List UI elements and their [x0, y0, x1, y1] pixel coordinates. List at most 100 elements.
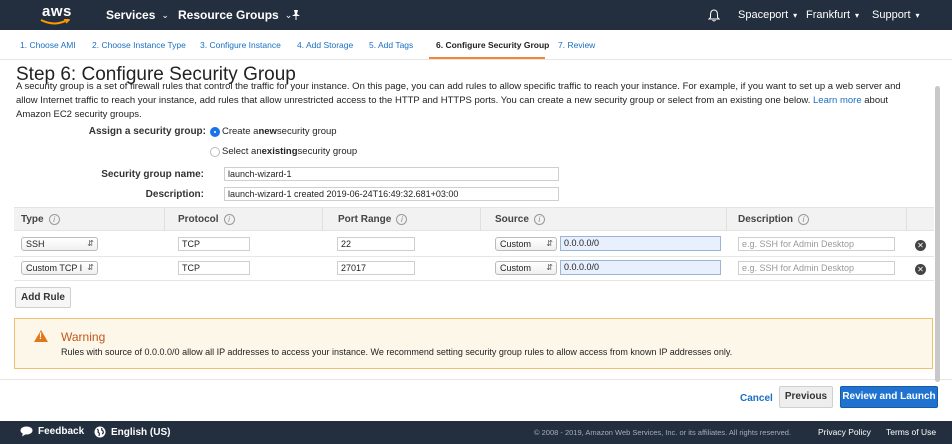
- warning-icon: [34, 330, 48, 342]
- remove-rule-icon[interactable]: ✕: [915, 264, 926, 275]
- region-menu-label: Frankfurt: [806, 9, 851, 21]
- resource-groups-menu-label: Resource Groups: [178, 8, 279, 22]
- rule-protocol-field: TCP: [178, 261, 250, 275]
- resource-groups-menu[interactable]: Resource Groups ⌄: [178, 0, 292, 30]
- tab-review[interactable]: 7. Review: [558, 40, 595, 50]
- rule-type-select[interactable]: Custom TCP I ⇵: [21, 261, 98, 275]
- feedback-button[interactable]: Feedback: [20, 426, 84, 437]
- info-icon[interactable]: i: [533, 214, 545, 225]
- tab-choose-ami[interactable]: 1. Choose AMI: [20, 40, 76, 50]
- rule-source-select[interactable]: Custom ⇵: [495, 261, 557, 275]
- rule-port-input[interactable]: 22: [337, 237, 415, 251]
- rule-description-input[interactable]: e.g. SSH for Admin Desktop: [738, 261, 895, 275]
- aws-logo[interactable]: aws: [40, 2, 74, 28]
- review-and-launch-button[interactable]: Review and Launch: [840, 386, 938, 408]
- column-divider: [726, 208, 727, 231]
- learn-more-link[interactable]: Learn more: [813, 95, 862, 106]
- chevron-down-icon: ▾: [915, 10, 920, 20]
- info-icon[interactable]: i: [396, 214, 408, 225]
- select-arrows-icon: ⇵: [87, 263, 94, 272]
- support-menu[interactable]: Support ▾: [872, 0, 920, 30]
- copyright-text: © 2008 - 2019, Amazon Web Services, Inc.…: [534, 428, 792, 437]
- row-divider: [14, 280, 934, 281]
- info-icon[interactable]: i: [798, 214, 810, 225]
- account-menu-label: Spaceport: [738, 9, 789, 21]
- services-menu-label: Services: [106, 8, 156, 22]
- footer-bar: Feedback English (US) © 2008 - 2019, Ama…: [0, 421, 952, 444]
- pin-icon[interactable]: [291, 0, 301, 30]
- rule-description-input[interactable]: e.g. SSH for Admin Desktop: [738, 237, 895, 251]
- vertical-scrollbar[interactable]: [935, 86, 940, 382]
- region-menu[interactable]: Frankfurt ▾: [806, 0, 859, 30]
- radio-select-existing-group[interactable]: Select an existing security group: [210, 146, 357, 157]
- header-description: Description i: [738, 214, 810, 225]
- select-arrows-icon: ⇵: [87, 239, 94, 248]
- header-type-label: Type: [21, 214, 44, 226]
- rule-port-input[interactable]: 27017: [337, 261, 415, 275]
- info-icon[interactable]: i: [223, 214, 235, 225]
- rule-source-value: Custom: [500, 263, 532, 273]
- notifications-button[interactable]: [708, 0, 720, 30]
- chevron-down-icon: ⌄: [161, 9, 169, 20]
- rule-protocol-field: TCP: [178, 237, 250, 251]
- services-menu[interactable]: Services ⌄: [106, 0, 169, 30]
- header-source-label: Source: [495, 214, 529, 226]
- tab-configure-instance[interactable]: 3. Configure Instance: [200, 40, 281, 50]
- radio-new-suffix: security group: [276, 126, 337, 137]
- header-port-range: Port Range i: [338, 214, 408, 226]
- description-label: Description:: [145, 189, 204, 200]
- aws-smile-icon: [40, 19, 70, 25]
- radio-unselected-icon[interactable]: [210, 146, 220, 157]
- column-divider: [480, 208, 481, 231]
- language-selector[interactable]: English (US): [94, 426, 170, 438]
- radio-existing-bold: existing: [261, 146, 298, 157]
- speech-bubble-icon: [20, 426, 33, 437]
- description-input[interactable]: launch-wizard-1 created 2019-06-24T16:49…: [224, 187, 559, 201]
- rule-source-value: Custom: [500, 239, 532, 249]
- select-arrows-icon: ⇵: [546, 263, 553, 272]
- security-group-name-input[interactable]: launch-wizard-1: [224, 167, 559, 181]
- rule-cidr-input[interactable]: 0.0.0.0/0: [560, 236, 721, 251]
- privacy-policy-link[interactable]: Privacy Policy: [818, 427, 871, 437]
- pushpin-icon: [292, 10, 300, 20]
- header-port-range-label: Port Range: [338, 214, 392, 226]
- tab-choose-instance-type[interactable]: 2. Choose Instance Type: [92, 40, 186, 50]
- intro-text: A security group is a set of firewall ru…: [16, 80, 916, 122]
- chevron-down-icon: ▾: [793, 10, 798, 20]
- rules-table-header: Type i Protocol i Port Range i Source i Desc…: [14, 207, 934, 231]
- remove-rule-icon[interactable]: ✕: [915, 240, 926, 251]
- previous-button[interactable]: Previous: [779, 386, 833, 408]
- action-bar-divider: [0, 379, 952, 380]
- add-rule-button[interactable]: Add Rule: [15, 287, 71, 308]
- terms-of-use-link[interactable]: Terms of Use: [886, 427, 936, 437]
- header-type: Type i: [21, 214, 60, 225]
- rule-type-value: SSH: [26, 239, 45, 249]
- radio-new-prefix: Create a: [222, 126, 259, 137]
- bell-icon: [708, 8, 720, 21]
- rule-type-value: Custom TCP I: [26, 263, 83, 273]
- rule-cidr-input[interactable]: 0.0.0.0/0: [560, 260, 721, 275]
- rule-type-select[interactable]: SSH ⇵: [21, 237, 98, 251]
- header-source: Source i: [495, 214, 545, 225]
- radio-existing-suffix: security group: [297, 146, 358, 157]
- assign-security-group-label: Assign a security group:: [88, 126, 206, 137]
- info-icon[interactable]: i: [48, 214, 60, 225]
- active-tab-indicator: [429, 57, 545, 59]
- intro-body: A security group is a set of firewall ru…: [16, 81, 901, 106]
- select-arrows-icon: ⇵: [546, 239, 553, 248]
- tab-configure-security-group[interactable]: 6. Configure Security Group: [436, 40, 549, 50]
- radio-selected-icon[interactable]: [210, 126, 220, 137]
- security-group-name-label: Security group name:: [101, 169, 204, 180]
- rule-source-select[interactable]: Custom ⇵: [495, 237, 557, 251]
- radio-create-new-group[interactable]: Create a new security group: [210, 126, 337, 137]
- account-menu[interactable]: Spaceport ▾: [738, 0, 797, 30]
- radio-new-bold: new: [258, 126, 277, 137]
- cancel-button[interactable]: Cancel: [740, 393, 773, 404]
- warning-box: Warning Rules with source of 0.0.0.0/0 a…: [14, 318, 933, 369]
- tab-add-storage[interactable]: 4. Add Storage: [297, 40, 353, 50]
- feedback-label: Feedback: [38, 426, 85, 437]
- tab-add-tags[interactable]: 5. Add Tags: [369, 40, 413, 50]
- warning-text: Rules with source of 0.0.0.0/0 allow all…: [61, 347, 733, 357]
- column-divider: [322, 208, 323, 231]
- top-navigation-bar: aws Services ⌄ Resource Groups ⌄ Spaceport…: [0, 0, 952, 30]
